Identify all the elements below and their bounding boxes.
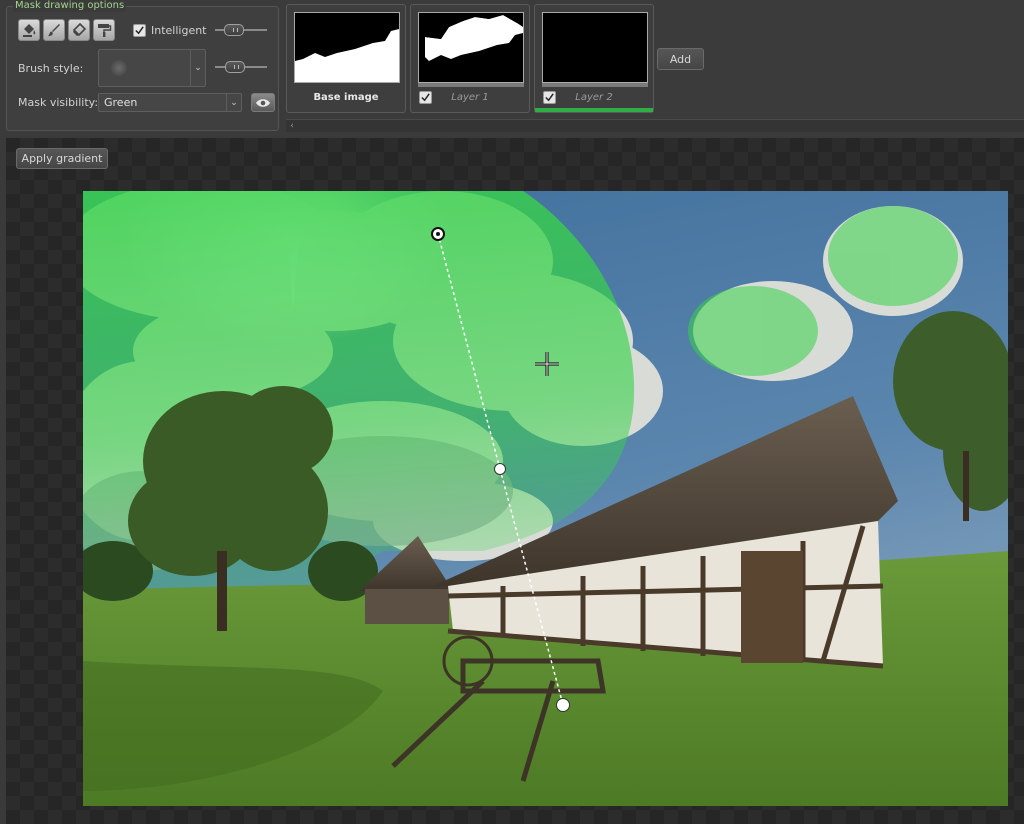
brush-tool-button[interactable] xyxy=(43,19,65,41)
slider-thumb[interactable] xyxy=(225,61,245,73)
layer-status-bar xyxy=(418,83,524,87)
chevron-down-icon: ⌄ xyxy=(190,50,205,86)
roller-icon xyxy=(98,24,112,37)
brush-size-slider[interactable] xyxy=(215,59,267,75)
brush-style-select[interactable]: ⌄ xyxy=(98,49,206,87)
photo-scene xyxy=(63,181,1023,806)
chevron-down-icon: ⌄ xyxy=(226,94,241,111)
bucket-fill-tool-button[interactable] xyxy=(18,19,40,41)
intelligent-label: Intelligent xyxy=(151,24,207,37)
chevron-left-icon[interactable]: ‹ xyxy=(286,120,298,132)
layer-name: Layer 2 xyxy=(575,92,613,103)
crosshair-cursor-icon xyxy=(535,352,559,376)
mask-visibility-select[interactable]: Green ⌄ xyxy=(98,93,242,112)
slider-thumb[interactable] xyxy=(224,24,244,36)
layer-name: Base image xyxy=(313,92,379,103)
mask-visibility-label: Mask visibility: xyxy=(18,96,99,109)
layer-thumbnail xyxy=(294,12,400,83)
selected-layer-indicator xyxy=(535,108,653,112)
add-layer-button[interactable]: Add xyxy=(657,48,704,70)
intelligent-checkbox[interactable] xyxy=(133,24,146,37)
brush-preview-icon xyxy=(111,60,127,76)
layer-name: Layer 1 xyxy=(451,92,489,103)
eye-icon xyxy=(256,98,270,107)
layer-card-base-image[interactable]: Base image xyxy=(286,4,406,113)
layer-thumbnail xyxy=(542,12,648,83)
mask-drawing-options-group: Mask drawing options Intelligent Brush s… xyxy=(6,0,279,131)
mask-drawing-options-title: Mask drawing options xyxy=(13,0,127,12)
tolerance-slider[interactable] xyxy=(215,22,267,38)
bucket-fill-icon xyxy=(23,24,36,37)
layer-thumbnail xyxy=(418,12,524,83)
brush-icon xyxy=(48,24,60,37)
toggle-mask-visibility-button[interactable] xyxy=(251,93,275,112)
apply-gradient-button[interactable]: Apply gradient xyxy=(16,148,108,169)
checkmark-icon xyxy=(135,26,144,35)
layer-status-bar xyxy=(542,83,648,87)
gradient-end-handle[interactable] xyxy=(556,698,570,712)
toolbar: Mask drawing options Intelligent Brush s… xyxy=(0,0,1024,136)
brush-style-label: Brush style: xyxy=(18,62,84,75)
photo-preview[interactable] xyxy=(63,181,1023,806)
gradient-start-handle[interactable] xyxy=(431,227,445,241)
gradient-midpoint-handle[interactable] xyxy=(494,463,506,475)
eraser-icon xyxy=(72,22,87,37)
layers-scrollbar[interactable]: ‹ xyxy=(286,119,1024,132)
layer-card-layer-2[interactable]: Layer 2 xyxy=(534,4,654,113)
eraser-tool-button[interactable] xyxy=(68,19,90,41)
roller-tool-button[interactable] xyxy=(93,19,115,41)
layer-card-layer-1[interactable]: Layer 1 xyxy=(410,4,530,113)
mask-visibility-value: Green xyxy=(104,96,138,109)
